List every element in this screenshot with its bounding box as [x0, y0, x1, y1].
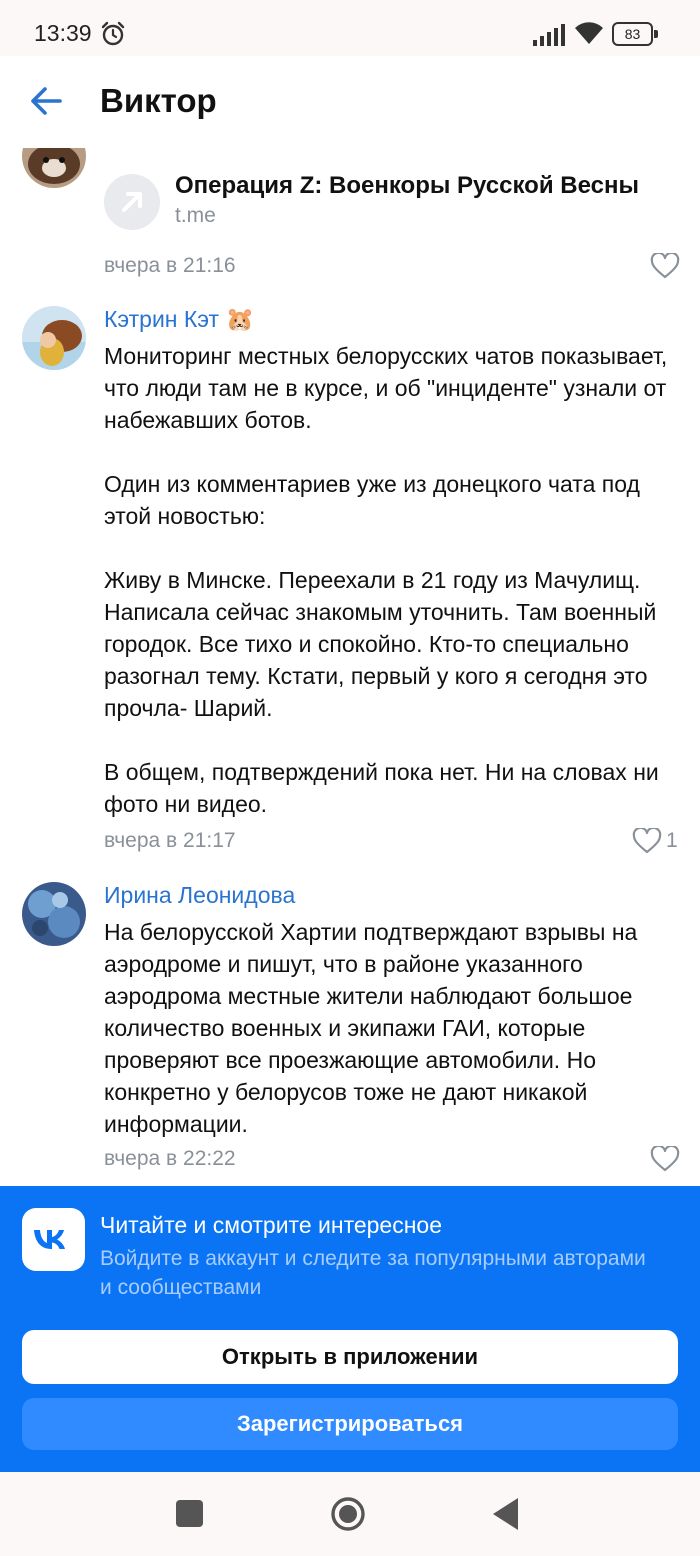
comment-author[interactable]: Ирина Леонидова — [104, 882, 295, 909]
alarm-icon — [101, 21, 125, 46]
page-header: Виктор — [0, 56, 700, 148]
back-triangle-icon[interactable] — [490, 1496, 520, 1532]
banner-title: Читайте и смотрите интересное — [100, 1212, 443, 1238]
like-count: 1 — [666, 829, 678, 852]
avatar[interactable] — [22, 306, 86, 370]
battery-level: 83 — [612, 22, 653, 46]
comment-text: Мониторинг местных белорусских чатов пок… — [104, 343, 668, 817]
page-title: Виктор — [100, 82, 217, 119]
status-time: 13:39 — [34, 20, 92, 46]
link-preview[interactable]: Операция Z: Военкоры Русской Весны t.me — [104, 172, 684, 236]
recent-apps-icon[interactable] — [176, 1500, 203, 1527]
external-link-arrow-icon — [104, 174, 160, 230]
vk-logo-icon — [22, 1208, 85, 1271]
link-domain: t.me — [175, 204, 216, 227]
comment-time[interactable]: вчера в 22:22 — [104, 1147, 236, 1171]
wifi-icon — [575, 22, 603, 44]
avatar[interactable] — [22, 148, 86, 188]
comment-time[interactable]: вчера в 21:17 — [104, 829, 236, 853]
system-nav-bar — [0, 1472, 700, 1556]
banner-subtitle: Войдите в аккаунт и следите за популярны… — [100, 1247, 646, 1299]
home-icon[interactable] — [330, 1496, 366, 1532]
register-button[interactable]: Зарегистрироваться — [22, 1398, 678, 1450]
link-title[interactable]: Операция Z: Военкоры Русской Весны — [175, 172, 639, 200]
avatar[interactable] — [22, 882, 86, 946]
status-bar: 13:39 83 — [0, 0, 700, 56]
open-in-app-button[interactable]: Открыть в приложении — [22, 1330, 678, 1384]
heart-icon[interactable] — [632, 828, 662, 854]
comment-text: На белорусской Хартии подтверждают взрыв… — [104, 919, 644, 1137]
heart-icon[interactable] — [650, 1146, 680, 1172]
comment-author[interactable]: Кэтрин Кэт 🐹 — [104, 306, 254, 333]
signal-icon — [533, 24, 565, 46]
heart-icon[interactable] — [650, 253, 680, 279]
post-time[interactable]: вчера в 21:16 — [104, 254, 236, 278]
comments-list[interactable]: Операция Z: Военкоры Русской Весны t.me … — [0, 148, 700, 1188]
vk-app-banner: Читайте и смотрите интересное Войдите в … — [0, 1186, 700, 1472]
battery-icon: 83 — [612, 22, 658, 46]
arrow-left-icon[interactable] — [24, 78, 70, 124]
